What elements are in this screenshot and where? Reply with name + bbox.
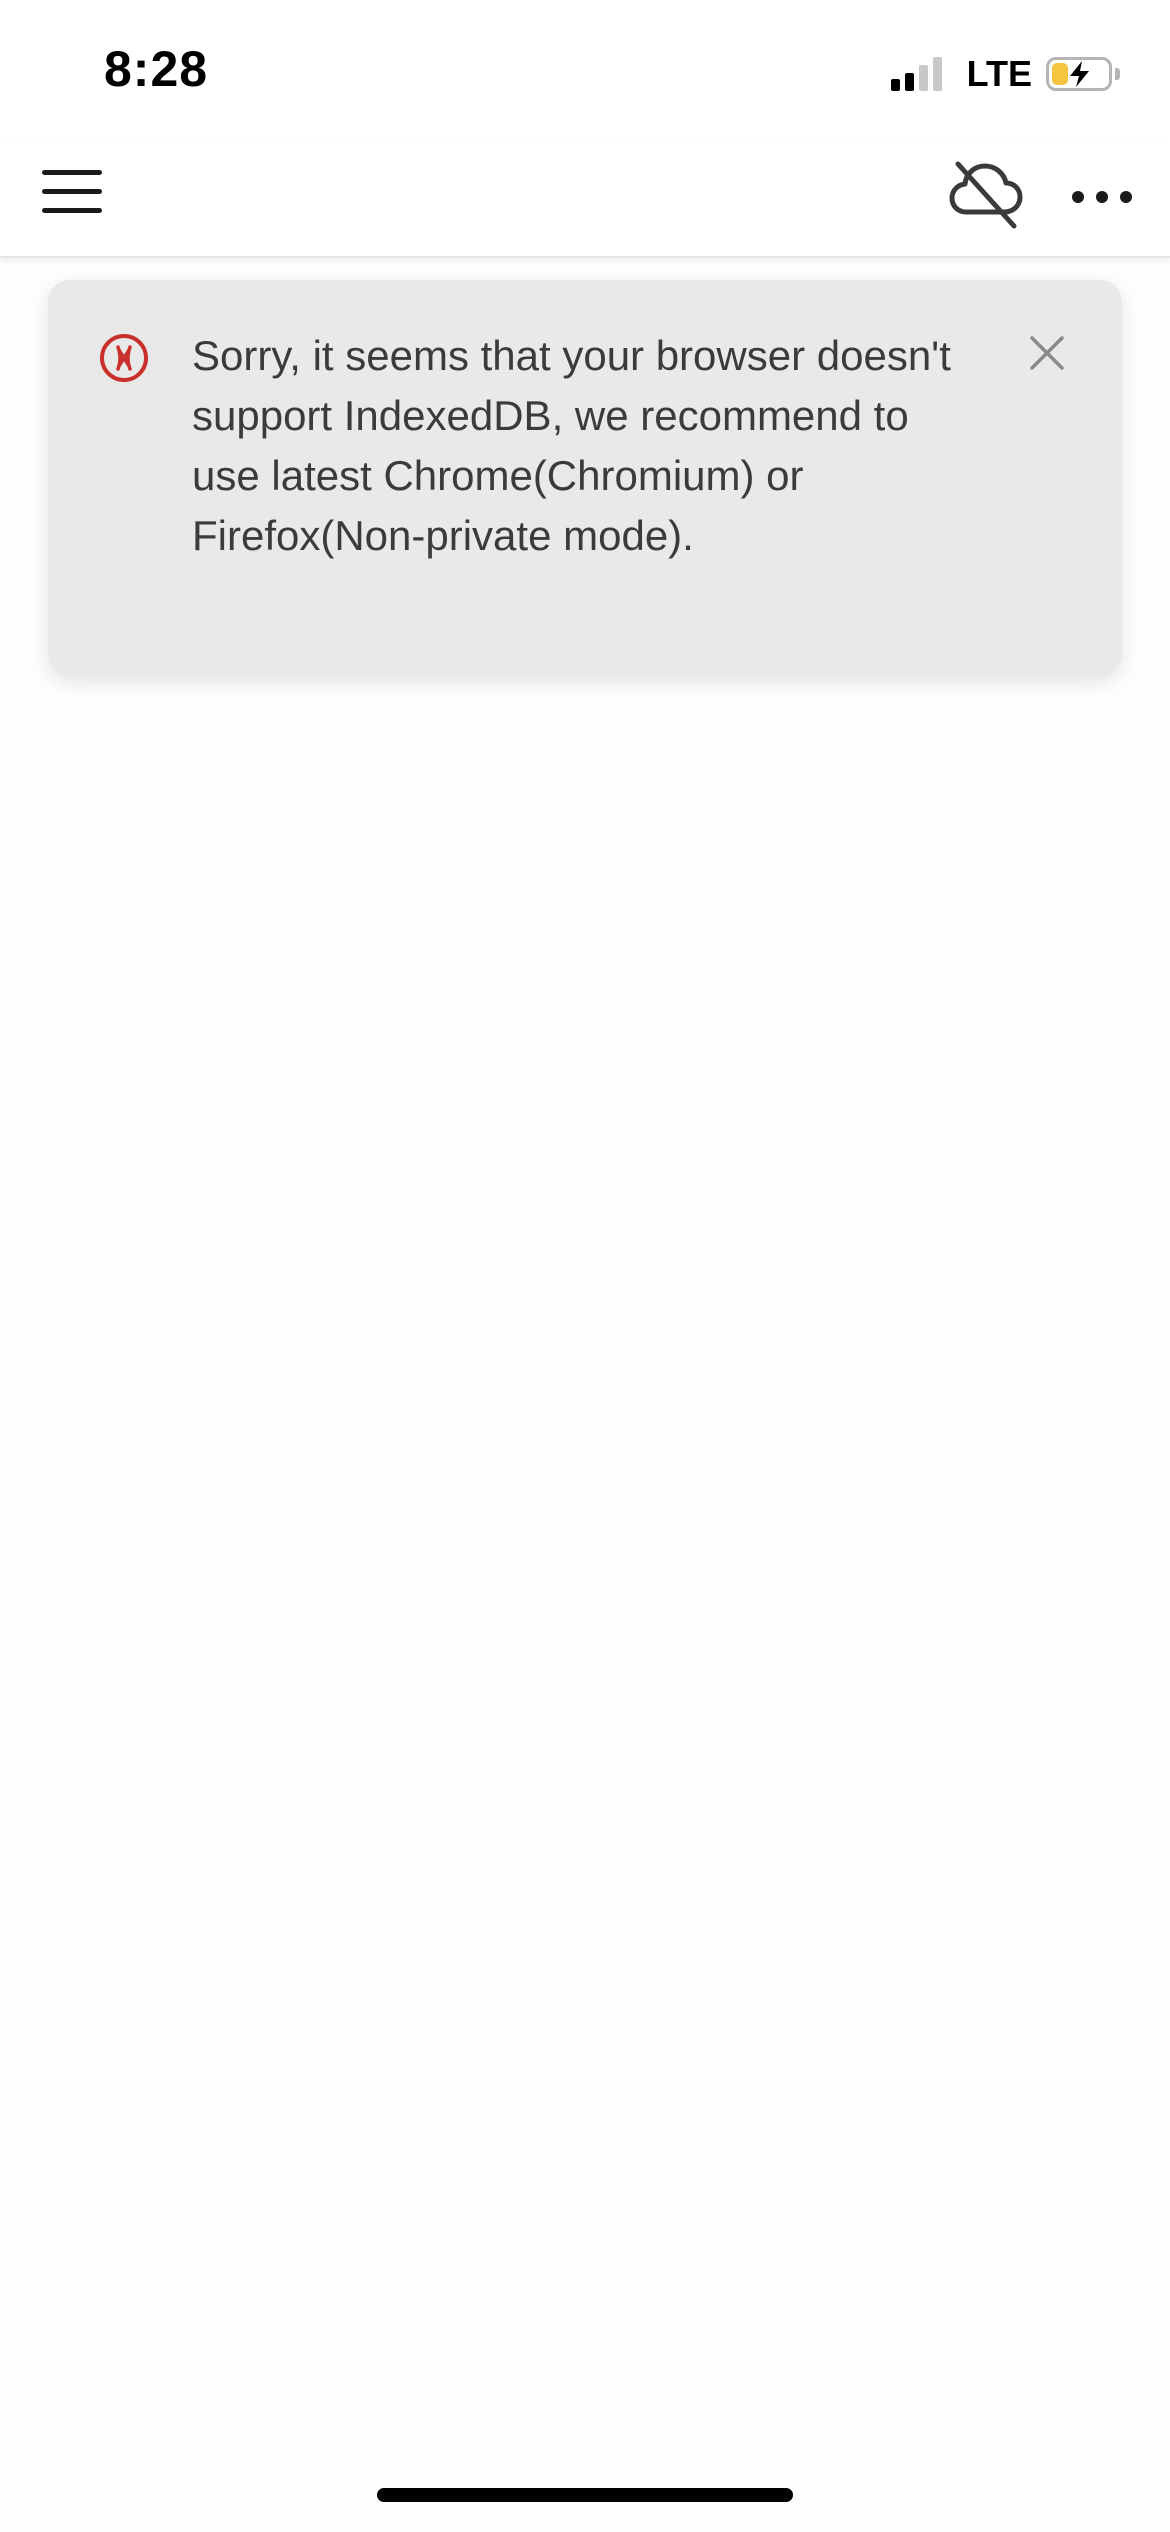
status-bar: 8:28 LTE — [0, 0, 1170, 140]
cloud-off-icon — [949, 161, 1023, 229]
battery-icon — [1046, 57, 1112, 91]
battery-cap — [1115, 68, 1120, 80]
home-indicator[interactable] — [377, 2488, 793, 2502]
menu-button[interactable] — [36, 156, 108, 228]
more-horizontal-icon — [1072, 191, 1132, 203]
app-toolbar — [0, 140, 1170, 258]
error-circle-icon — [100, 334, 148, 382]
sync-status-button[interactable] — [944, 150, 1028, 234]
cellular-signal-icon — [890, 57, 947, 91]
more-options-button[interactable] — [1066, 156, 1138, 228]
status-indicators: LTE — [890, 52, 1120, 96]
close-notification-button[interactable] — [1022, 328, 1072, 378]
network-type: LTE — [966, 53, 1032, 94]
status-time: 8:28 — [104, 41, 209, 97]
close-icon — [1030, 336, 1064, 370]
hamburger-menu-icon — [42, 170, 102, 213]
error-notification: Sorry, it seems that your browser doesn'… — [48, 280, 1122, 676]
notification-message: Sorry, it seems that your browser doesn'… — [192, 332, 951, 559]
charging-bolt-icon — [1070, 61, 1089, 87]
